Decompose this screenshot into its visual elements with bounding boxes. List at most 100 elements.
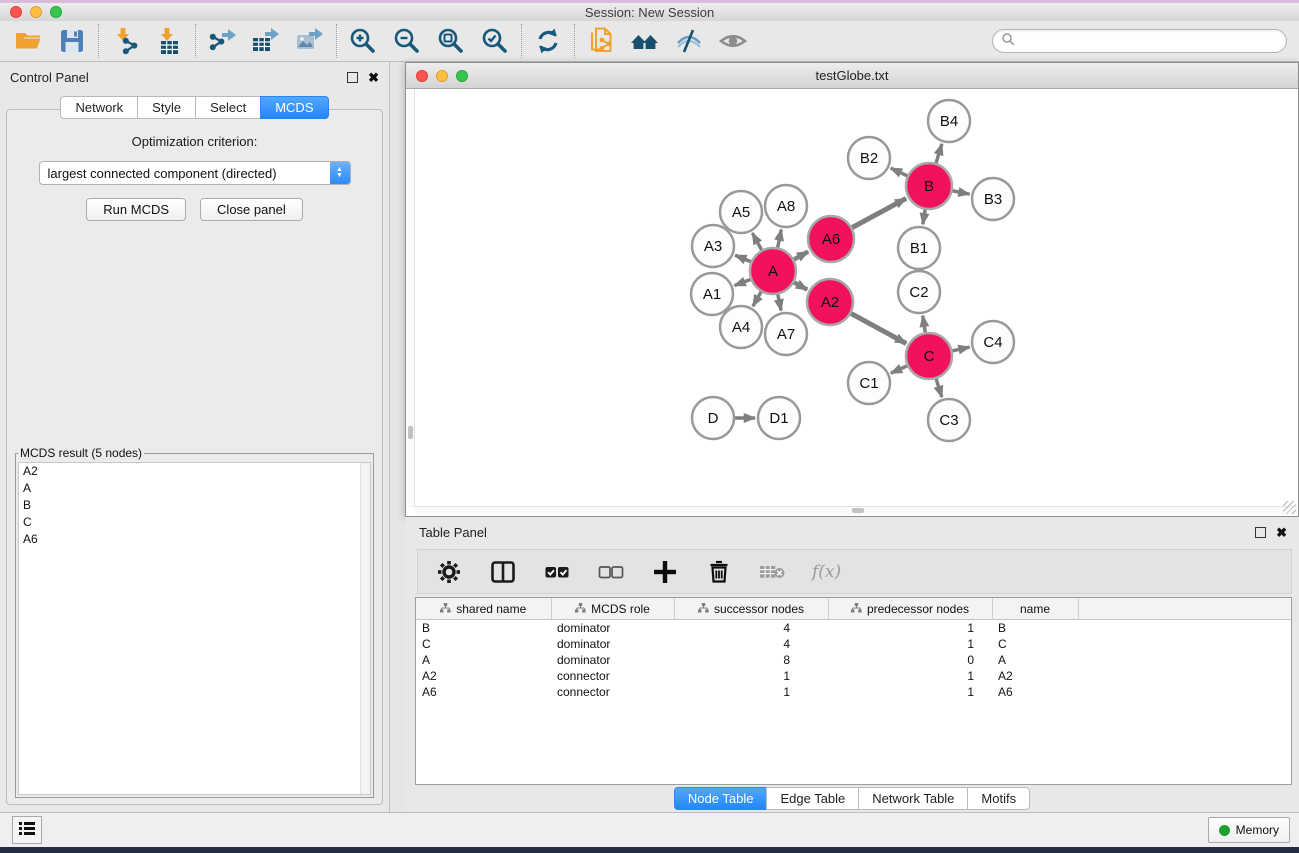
table-close-panel-icon[interactable]: ✖ <box>1276 526 1287 539</box>
export-network-icon[interactable] <box>206 25 238 57</box>
node-A7[interactable]: A7 <box>765 313 807 355</box>
search-text-field[interactable] <box>1019 33 1286 49</box>
column-header-predecessor-nodes[interactable]: predecessor nodes <box>828 598 992 620</box>
mcds-result-list[interactable]: A2ABCA6 <box>18 462 371 795</box>
table-row[interactable]: Adominator80A <box>416 652 1291 668</box>
table-cell[interactable]: dominator <box>551 620 674 637</box>
column-header-name[interactable]: name <box>992 598 1078 620</box>
table-cell[interactable]: 1 <box>674 668 828 684</box>
network-canvas[interactable]: B4B2BB3A8A5A6A3B1AC2A1A2A4A7C4CC1DD1C3 <box>407 89 1297 515</box>
table-cell[interactable]: 1 <box>828 620 992 637</box>
table-cell[interactable]: dominator <box>551 636 674 652</box>
resize-grip[interactable] <box>1283 501 1296 514</box>
close-panel-button[interactable]: Close panel <box>200 198 303 221</box>
table-cell[interactable]: C <box>416 636 551 652</box>
table-cell[interactable]: A2 <box>416 668 551 684</box>
zoom-fit-icon[interactable] <box>435 25 467 57</box>
zoom-out-icon[interactable] <box>391 25 423 57</box>
tab-motifs[interactable]: Motifs <box>967 787 1030 810</box>
table-cell[interactable]: 4 <box>674 636 828 652</box>
node-C2[interactable]: C2 <box>898 271 940 313</box>
refresh-icon[interactable] <box>532 25 564 57</box>
tab-mcds[interactable]: MCDS <box>260 96 328 119</box>
column-header-MCDS-role[interactable]: MCDS role <box>551 598 674 620</box>
table-cell[interactable]: connector <box>551 668 674 684</box>
node-A2[interactable]: A2 <box>807 279 853 325</box>
network-minimize-icon[interactable] <box>436 70 448 82</box>
delete-column-icon[interactable] <box>704 557 734 587</box>
column-header-shared-name[interactable]: shared name <box>416 598 551 620</box>
export-table-icon[interactable] <box>250 25 282 57</box>
show-graphics-icon[interactable] <box>717 25 749 57</box>
minimize-window-icon[interactable] <box>30 6 42 18</box>
run-mcds-button[interactable]: Run MCDS <box>86 198 186 221</box>
result-item[interactable]: A6 <box>19 531 370 548</box>
export-image-icon[interactable] <box>294 25 326 57</box>
table-cell[interactable]: 8 <box>674 652 828 668</box>
table-cell[interactable]: 1 <box>828 636 992 652</box>
node-A3[interactable]: A3 <box>692 225 734 267</box>
node-B[interactable]: B <box>906 163 952 209</box>
network-zoom-icon[interactable] <box>456 70 468 82</box>
import-network-icon[interactable] <box>109 25 141 57</box>
network-close-icon[interactable] <box>416 70 428 82</box>
add-column-icon[interactable] <box>650 557 680 587</box>
tab-edge-table[interactable]: Edge Table <box>766 787 858 810</box>
table-cell[interactable]: dominator <box>551 652 674 668</box>
table-cell[interactable]: C <box>992 636 1078 652</box>
tab-network-table[interactable]: Network Table <box>858 787 967 810</box>
node-D[interactable]: D <box>692 397 734 439</box>
hide-details-icon[interactable] <box>673 25 705 57</box>
network-titlebar[interactable]: testGlobe.txt <box>406 63 1298 89</box>
tab-network[interactable]: Network <box>60 96 137 119</box>
result-item[interactable]: A <box>19 480 370 497</box>
node-A1[interactable]: A1 <box>691 273 733 315</box>
node-B1[interactable]: B1 <box>898 227 940 269</box>
check-all-icon[interactable] <box>542 557 572 587</box>
node-D1[interactable]: D1 <box>758 397 800 439</box>
table-cell[interactable]: 1 <box>828 668 992 684</box>
node-table[interactable]: shared nameMCDS rolesuccessor nodesprede… <box>415 597 1292 785</box>
home-icon[interactable] <box>629 25 661 57</box>
split-panel-icon[interactable] <box>488 557 518 587</box>
node-B4[interactable]: B4 <box>928 100 970 142</box>
node-A4[interactable]: A4 <box>720 306 762 348</box>
table-cell[interactable]: B <box>416 620 551 637</box>
network-vertical-scrollbar[interactable] <box>407 89 415 507</box>
table-cell[interactable]: 1 <box>674 684 828 700</box>
node-A[interactable]: A <box>750 248 796 294</box>
table-row[interactable]: A2connector11A2 <box>416 668 1291 684</box>
task-history-button[interactable] <box>12 816 42 844</box>
result-scrollbar[interactable] <box>360 463 370 794</box>
tab-node-table[interactable]: Node Table <box>674 787 767 810</box>
table-row[interactable]: Bdominator41B <box>416 620 1291 637</box>
table-cell[interactable]: A2 <box>992 668 1078 684</box>
node-C4[interactable]: C4 <box>972 321 1014 363</box>
node-A5[interactable]: A5 <box>720 191 762 233</box>
zoom-window-icon[interactable] <box>50 6 62 18</box>
gear-icon[interactable] <box>434 557 464 587</box>
node-B2[interactable]: B2 <box>848 137 890 179</box>
search-input[interactable] <box>992 29 1287 53</box>
node-C[interactable]: C <box>906 333 952 379</box>
table-cell[interactable]: 0 <box>828 652 992 668</box>
zoom-selected-icon[interactable] <box>479 25 511 57</box>
tab-select[interactable]: Select <box>195 96 260 119</box>
network-document-icon[interactable] <box>585 25 617 57</box>
node-C3[interactable]: C3 <box>928 399 970 441</box>
memory-button[interactable]: Memory <box>1208 817 1290 843</box>
table-cell[interactable]: 4 <box>674 620 828 637</box>
table-row[interactable]: A6connector11A6 <box>416 684 1291 700</box>
uncheck-all-icon[interactable] <box>596 557 626 587</box>
table-cell[interactable]: A6 <box>992 684 1078 700</box>
criterion-dropdown[interactable]: largest connected component (directed) ▲… <box>39 161 351 185</box>
save-icon[interactable] <box>56 25 88 57</box>
table-cell[interactable]: A <box>416 652 551 668</box>
float-panel-icon[interactable] <box>347 72 358 83</box>
table-cell[interactable]: 1 <box>828 684 992 700</box>
result-item[interactable]: B <box>19 497 370 514</box>
zoom-in-icon[interactable] <box>347 25 379 57</box>
node-A6[interactable]: A6 <box>808 216 854 262</box>
table-cell[interactable]: A <box>992 652 1078 668</box>
table-cell[interactable]: A6 <box>416 684 551 700</box>
